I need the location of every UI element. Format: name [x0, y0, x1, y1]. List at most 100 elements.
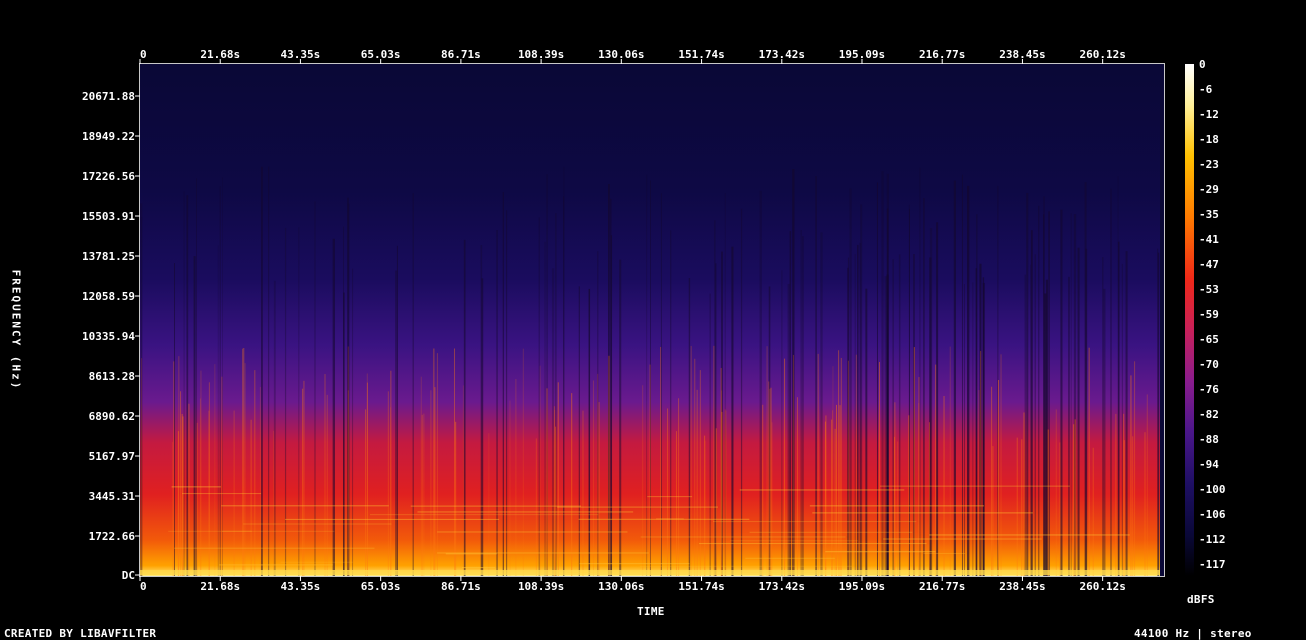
texture-streak — [387, 391, 389, 576]
texture-band — [437, 531, 628, 533]
texture-streak — [196, 422, 198, 576]
texture-streak — [182, 416, 184, 576]
texture-streak — [619, 259, 622, 576]
texture-streak — [219, 186, 221, 576]
texture-streak — [390, 407, 392, 576]
spectrogram-plot-area — [140, 64, 1164, 576]
texture-streak — [539, 365, 541, 576]
texture-streak — [1026, 192, 1029, 576]
texture-streak — [588, 288, 591, 576]
texture-streak — [193, 256, 196, 576]
texture-streak — [244, 363, 246, 576]
texture-streak — [261, 166, 263, 576]
texture-streak — [555, 426, 557, 576]
texture-streak — [928, 422, 930, 576]
texture-streak — [141, 358, 143, 576]
texture-streak — [582, 410, 584, 576]
texture-streak — [324, 374, 326, 576]
texture-band — [221, 505, 389, 507]
texture-streak — [953, 180, 956, 576]
texture-streak — [713, 345, 715, 576]
x-tick-label-bottom: 86.71s — [441, 580, 481, 593]
x-tick-label-top: 0 — [140, 48, 147, 61]
x-tick-label-top: 108.39s — [518, 48, 564, 61]
texture-band — [219, 564, 333, 566]
texture-streak — [675, 431, 677, 576]
texture-band — [171, 486, 221, 488]
texture-streak — [894, 402, 896, 576]
texture-streak — [839, 405, 841, 576]
y-tick-label: 3445.31 — [89, 490, 136, 503]
texture-streak — [463, 239, 466, 576]
x-tick-label-top: 216.77s — [919, 48, 965, 61]
texture-band — [410, 505, 582, 507]
texture-streak — [796, 397, 798, 576]
texture-streak — [909, 208, 910, 576]
texture-streak — [1068, 276, 1070, 576]
x-tick-label-top: 173.42s — [759, 48, 805, 61]
x-tick-label-bottom: 173.42s — [759, 580, 805, 593]
texture-band — [883, 538, 1042, 540]
colorbar-tick-label: -82 — [1199, 408, 1219, 421]
texture-streak — [857, 244, 859, 576]
colorbar-tick-label: -59 — [1199, 308, 1219, 321]
texture-streak — [1160, 64, 1164, 576]
texture-streak — [766, 346, 768, 576]
texture-band — [243, 523, 392, 525]
texture-streak — [1117, 176, 1119, 576]
texture-streak — [214, 364, 216, 576]
texture-streak — [243, 347, 245, 576]
texture-band — [640, 536, 846, 538]
texture-streak — [436, 353, 438, 576]
texture-streak — [1102, 257, 1104, 576]
texture-streak — [967, 185, 970, 576]
texture-streak — [815, 176, 817, 576]
x-tick-label-top: 238.45s — [999, 48, 1045, 61]
texture-streak — [781, 270, 783, 576]
texture-streak — [975, 268, 978, 576]
texture-streak — [918, 403, 920, 576]
texture-streak — [1030, 264, 1032, 576]
texture-streak — [597, 373, 599, 576]
colorbar-tick-label: -47 — [1199, 258, 1219, 271]
texture-streak — [326, 394, 328, 576]
texture-streak — [1123, 413, 1125, 576]
texture-streak — [544, 241, 546, 576]
texture-band — [417, 511, 634, 513]
texture-band — [578, 518, 750, 520]
texture-streak — [430, 390, 432, 576]
texture-band — [647, 496, 693, 498]
texture-streak — [696, 389, 698, 576]
colorbar-tick-label: -35 — [1199, 208, 1219, 221]
texture-streak — [759, 190, 762, 576]
y-tick-label: 15503.91 — [82, 210, 135, 223]
texture-band — [221, 530, 252, 532]
y-tick-label: 17226.56 — [82, 170, 135, 183]
colorbar-tick-label: -23 — [1199, 158, 1219, 171]
texture-streak — [553, 406, 555, 576]
texture-streak — [963, 284, 965, 576]
texture-band — [174, 547, 375, 549]
texture-streak — [1060, 209, 1063, 576]
texture-streak — [642, 385, 644, 576]
texture-streak — [488, 433, 490, 576]
texture-streak — [949, 346, 951, 576]
x-tick-label-bottom: 151.74s — [678, 580, 724, 593]
texture-streak — [1115, 413, 1117, 576]
texture-streak — [789, 231, 792, 576]
texture-streak — [881, 171, 884, 576]
colorbar-tick-label: -76 — [1199, 383, 1219, 396]
texture-band — [812, 512, 1033, 514]
texture-streak — [721, 411, 723, 576]
texture-streak — [854, 253, 856, 576]
texture-streak — [800, 230, 802, 577]
texture-streak — [1157, 248, 1159, 576]
texture-band — [639, 565, 853, 567]
texture-streak — [1144, 432, 1146, 576]
texture-streak — [715, 428, 717, 576]
x-tick-label-top: 65.03s — [361, 48, 401, 61]
texture-streak — [217, 245, 219, 576]
texture-streak — [303, 380, 305, 576]
texture-streak — [897, 441, 899, 576]
texture-band — [879, 485, 1070, 487]
